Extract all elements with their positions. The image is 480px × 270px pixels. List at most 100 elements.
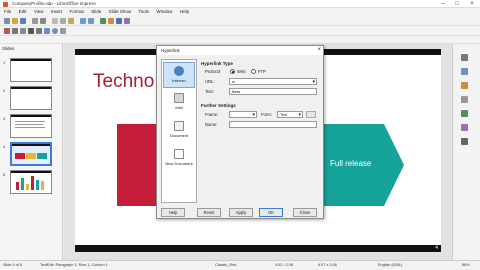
- gallery-icon[interactable]: [461, 124, 468, 131]
- category-internet[interactable]: Internet: [163, 62, 195, 88]
- image-icon[interactable]: [108, 18, 114, 24]
- slide-thumbnail-1[interactable]: [10, 58, 52, 82]
- standard-toolbar: [0, 16, 480, 26]
- new-icon[interactable]: [4, 18, 10, 24]
- events-button[interactable]: [306, 111, 316, 118]
- start-slideshow-icon[interactable]: [4, 28, 10, 34]
- slide-page-number: 4: [435, 245, 438, 251]
- web-radio[interactable]: [230, 69, 235, 74]
- category-document[interactable]: Document: [163, 118, 195, 144]
- menu-format[interactable]: Format: [70, 9, 84, 14]
- menu-view[interactable]: View: [34, 9, 44, 14]
- print-icon[interactable]: [40, 18, 46, 24]
- rectangle-icon[interactable]: [44, 28, 50, 34]
- full-release-label[interactable]: Full release: [330, 159, 371, 168]
- slide-thumbnail-2[interactable]: [10, 86, 52, 110]
- open-icon[interactable]: [12, 18, 18, 24]
- slide-thumbnail-4[interactable]: [10, 142, 52, 166]
- redo-icon[interactable]: [88, 18, 94, 24]
- line-icon[interactable]: [36, 28, 42, 34]
- url-label: URL:: [205, 79, 215, 84]
- styles-icon[interactable]: [461, 110, 468, 117]
- right-sidebar: [452, 44, 480, 260]
- slide-number: 3: [3, 116, 6, 121]
- ftp-radio-label: FTP: [258, 69, 266, 74]
- undo-icon[interactable]: [80, 18, 86, 24]
- arrow-icon[interactable]: [60, 28, 66, 34]
- dialog-close-icon[interactable]: ×: [317, 46, 321, 55]
- menu-edit[interactable]: Edit: [19, 9, 27, 14]
- slide-title[interactable]: Techno: [93, 71, 154, 93]
- ok-button[interactable]: OK: [259, 208, 283, 217]
- category-document-label: Document: [169, 133, 189, 138]
- export-pdf-icon[interactable]: [32, 18, 38, 24]
- text-box-icon[interactable]: [28, 28, 34, 34]
- name-label: Name:: [205, 122, 218, 127]
- slide-number: 2: [3, 88, 6, 93]
- frame-select[interactable]: [229, 111, 257, 118]
- category-internet-label: Internet: [172, 78, 186, 83]
- menu-insert[interactable]: Insert: [51, 9, 62, 14]
- slide-thumbnail-3[interactable]: [10, 114, 52, 138]
- chart-icon[interactable]: [116, 18, 122, 24]
- impress-app-icon: [3, 1, 8, 7]
- paste-icon[interactable]: [68, 18, 74, 24]
- table-icon[interactable]: [100, 18, 106, 24]
- status-size: 4.07 x 3.06: [318, 263, 337, 267]
- menu-bar: File Edit View Insert Format Slide Slide…: [0, 8, 480, 16]
- ellipse-icon[interactable]: [52, 28, 58, 34]
- form-select[interactable]: Text: [277, 111, 303, 118]
- category-mail[interactable]: Mail: [163, 90, 195, 116]
- menu-tools[interactable]: Tools: [139, 9, 150, 14]
- status-slide-info: Slide 4 of 5: [3, 263, 22, 267]
- close-button[interactable]: Close: [293, 208, 317, 217]
- status-edit-info: TextEdit: Paragraph 1, Row 1, Column 1: [40, 263, 108, 267]
- drawing-toolbar: [0, 36, 480, 44]
- menu-slide-show[interactable]: Slide Show: [109, 9, 132, 14]
- form-select-value: Text: [280, 112, 288, 117]
- title-bar: CompanyProfile.odp - LibreOffice Impress…: [0, 0, 480, 8]
- save-icon[interactable]: [20, 18, 26, 24]
- reset-button[interactable]: Reset: [197, 208, 221, 217]
- animation-icon[interactable]: [461, 82, 468, 89]
- url-input[interactable]: w: [229, 78, 317, 85]
- close-icon[interactable]: ×: [465, 0, 479, 8]
- hyperlink-type-header: Hyperlink Type: [201, 61, 233, 66]
- category-new-document[interactable]: New Document: [163, 146, 195, 172]
- text-input[interactable]: Beta: [229, 88, 317, 95]
- menu-file[interactable]: File: [4, 9, 11, 14]
- envelope-icon: [174, 93, 184, 103]
- name-input[interactable]: [229, 121, 317, 128]
- globe-icon: [174, 66, 184, 76]
- zoom-icon[interactable]: [20, 28, 26, 34]
- slides-pane: Slides 1 2 3 4 5: [0, 44, 63, 260]
- category-new-document-label: New Document: [165, 161, 193, 166]
- menu-help[interactable]: Help: [180, 9, 189, 14]
- new-document-icon: [174, 149, 184, 159]
- status-position: 4.02 / 2.08: [275, 263, 293, 267]
- fontwork-icon[interactable]: [124, 18, 130, 24]
- menu-window[interactable]: Window: [156, 9, 172, 14]
- web-radio-label: Web: [237, 69, 246, 74]
- slide-thumbnail-5[interactable]: [10, 170, 52, 194]
- maximize-icon[interactable]: □: [450, 0, 464, 8]
- window-title: CompanyProfile.odp - LibreOffice Impress: [12, 1, 96, 6]
- formatting-toolbar: [0, 26, 480, 36]
- category-mail-label: Mail: [175, 105, 183, 110]
- form-label: Form:: [261, 112, 272, 117]
- ftp-radio[interactable]: [251, 69, 256, 74]
- navigator-icon[interactable]: [461, 138, 468, 145]
- copy-icon[interactable]: [60, 18, 66, 24]
- text-input-value: Beta: [232, 89, 241, 94]
- status-zoom[interactable]: 88%: [462, 263, 470, 267]
- help-button[interactable]: Help: [161, 208, 185, 217]
- slide-transition-icon[interactable]: [461, 68, 468, 75]
- apply-button[interactable]: Apply: [229, 208, 253, 217]
- cut-icon[interactable]: [52, 18, 58, 24]
- select-icon[interactable]: [12, 28, 18, 34]
- master-slides-icon[interactable]: [461, 96, 468, 103]
- minimize-icon[interactable]: –: [436, 0, 450, 8]
- properties-icon[interactable]: [461, 54, 468, 61]
- menu-slide[interactable]: Slide: [91, 9, 101, 14]
- hyperlink-form: Hyperlink Type Protocol Web FTP URL: w T…: [201, 59, 319, 203]
